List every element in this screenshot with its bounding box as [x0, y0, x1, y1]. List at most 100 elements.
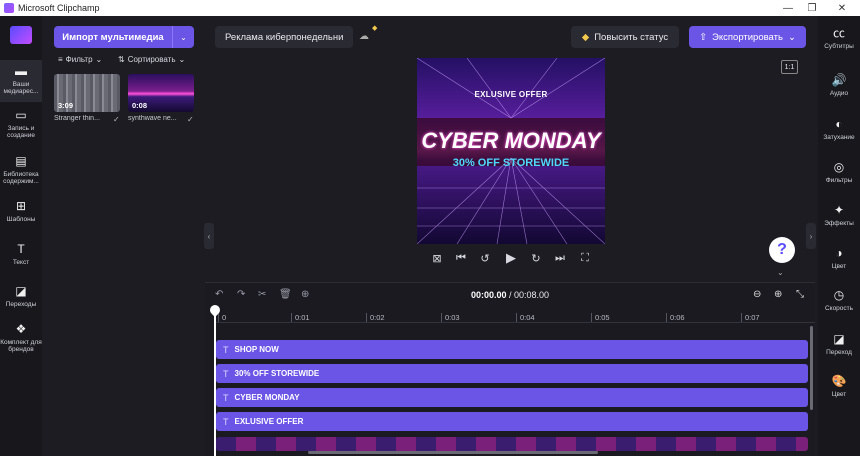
- nav-label: Комплект для брендов: [0, 339, 42, 353]
- panel-filters[interactable]: ◎ Фильтры: [818, 160, 860, 184]
- skip-forward-icon[interactable]: ⏭: [553, 252, 567, 265]
- play-icon[interactable]: ▶: [504, 250, 518, 266]
- tick-label: 0:07: [741, 313, 760, 322]
- nav-brand-kit[interactable]: ❖ Комплект для брендов: [0, 322, 42, 353]
- video-clip-track[interactable]: [216, 437, 808, 451]
- fullscreen-icon[interactable]: ⛶: [578, 252, 592, 265]
- premium-diamond-icon: ◆: [372, 25, 378, 32]
- mute-icon[interactable]: ⊠: [430, 252, 444, 265]
- nav-text[interactable]: T Текст: [0, 242, 42, 266]
- chevron-down-icon: ⌄: [178, 55, 186, 64]
- collapse-right-panel-button[interactable]: ›: [806, 223, 816, 249]
- time-ruler[interactable]: 0 0:01 0:02 0:03 0:04 0:05 0:06 0:07: [215, 309, 815, 323]
- nav-record-create[interactable]: ▭ Запись и создание: [0, 108, 42, 139]
- upgrade-label: Повысить статус: [594, 31, 669, 43]
- chevron-right-icon: ›: [809, 231, 813, 241]
- import-dropdown-button[interactable]: ⌄: [172, 26, 194, 48]
- text-clip-icon: T: [223, 368, 229, 379]
- panel-color-palette[interactable]: 🎨 Цвет: [818, 374, 860, 398]
- chevron-down-icon[interactable]: ⌄: [777, 268, 784, 277]
- clip-label: EXLUSIVE OFFER: [234, 417, 304, 426]
- effects-icon: ✦: [833, 203, 845, 217]
- cloud-sync-icon[interactable]: ☁: [359, 31, 369, 42]
- export-button[interactable]: ⇧ Экспортировать ⌄: [689, 26, 806, 48]
- zoom-out-icon[interactable]: ⊖: [753, 289, 761, 300]
- playhead-line[interactable]: [214, 309, 216, 456]
- maximize-button[interactable]: ❐: [798, 0, 826, 16]
- sort-label: Сортировать: [127, 55, 176, 64]
- panel-transition[interactable]: ◪ Переход: [818, 332, 860, 356]
- tick-label: 0:04: [516, 313, 535, 322]
- panel-speed[interactable]: ◷ Скорость: [818, 288, 860, 312]
- check-icon: ✓: [113, 115, 120, 124]
- nav-templates[interactable]: ⊞ Шаблоны: [0, 199, 42, 223]
- sort-icon: ⇅: [118, 55, 125, 64]
- clip-label: CYBER MONDAY: [234, 393, 300, 402]
- zoom-in-icon[interactable]: ⊕: [774, 289, 782, 300]
- close-button[interactable]: ✕: [828, 0, 856, 16]
- sort-button[interactable]: ⇅ Сортировать ⌄: [118, 55, 185, 64]
- panel-color[interactable]: ◑ Цвет: [818, 246, 860, 270]
- preview-text-storewide: 30% OFF STOREWIDE: [452, 157, 570, 169]
- clip-label: 30% OFF STOREWIDE: [234, 369, 320, 378]
- aspect-ratio-button[interactable]: 1:1: [781, 60, 798, 74]
- media-name: Stranger thin...: [54, 115, 100, 122]
- panel-captions[interactable]: ㏄ Субтитры: [818, 26, 860, 50]
- preview-text-exclusive-offer: EXLUSIVE OFFER: [474, 90, 548, 99]
- tick-label: 0: [218, 313, 226, 322]
- video-preview[interactable]: EXLUSIVE OFFER CYBER MONDAY 30% OFF STOR…: [417, 58, 605, 244]
- right-property-panel: ㏄ Субтитры 🔊 Аудио ◐ Затухание ◎ Фильтры ✦ Эф…: [818, 16, 860, 456]
- title-bar: Microsoft Clipchamp — ❐ ✕: [0, 0, 860, 16]
- text-clip-exclusive-offer[interactable]: T EXLUSIVE OFFER: [216, 412, 808, 431]
- collapse-left-panel-button[interactable]: ‹: [204, 223, 214, 249]
- vertical-scrollbar[interactable]: [810, 326, 813, 410]
- text-clip-icon: T: [223, 392, 229, 403]
- rewind-5s-icon[interactable]: ↺: [478, 252, 492, 265]
- text-icon: T: [17, 242, 25, 256]
- panel-effects[interactable]: ✦ Эффекты: [818, 203, 860, 227]
- duration-label: 3:09: [58, 101, 74, 110]
- tick-label: 0:01: [291, 313, 310, 322]
- project-name-field[interactable]: Реклама киберпонедельни: [215, 26, 354, 48]
- panel-audio[interactable]: 🔊 Аудио: [818, 73, 860, 97]
- templates-icon: ⊞: [15, 199, 27, 213]
- upgrade-button[interactable]: ◆ Повысить статус: [571, 26, 679, 48]
- diamond-icon: ◆: [581, 31, 590, 43]
- text-clip-cyber-monday[interactable]: T CYBER MONDAY: [216, 388, 808, 407]
- media-thumbnail[interactable]: 3:09: [54, 74, 120, 112]
- duration-label: 0:08: [132, 101, 148, 110]
- export-label: Экспортировать: [712, 31, 783, 43]
- clip-label: SHOP NOW: [234, 345, 279, 354]
- panel-label: Эффекты: [824, 220, 854, 227]
- tick-label: 0:02: [366, 313, 385, 322]
- text-clip-icon: T: [223, 416, 229, 427]
- import-media-button[interactable]: Импорт мультимедиа: [54, 26, 172, 48]
- panel-label: Фильтры: [825, 177, 853, 184]
- nav-content-library[interactable]: ▤ Библиотека содержим...: [0, 154, 42, 185]
- nav-transitions[interactable]: ◪ Переходы: [0, 284, 42, 308]
- fit-timeline-icon[interactable]: ⤡: [796, 289, 804, 300]
- tick-label: 0:05: [591, 313, 610, 322]
- panel-label: Цвет: [831, 263, 847, 270]
- text-clip-shop-now[interactable]: T SHOP NOW: [216, 340, 808, 359]
- filter-label: Фильтр: [65, 55, 93, 64]
- camera-icon: ▭: [15, 108, 27, 122]
- check-icon: ✓: [187, 115, 194, 124]
- horizontal-scrollbar[interactable]: [308, 451, 598, 454]
- media-thumbnail[interactable]: 0:08: [128, 74, 194, 112]
- help-button[interactable]: ?: [769, 237, 795, 263]
- forward-5s-icon[interactable]: ↻: [529, 252, 543, 265]
- tick-label: 0:06: [666, 313, 685, 322]
- text-clip-icon: T: [223, 344, 229, 355]
- panel-fade[interactable]: ◐ Затухание: [818, 117, 860, 141]
- left-navigation: ▬ Ваши медиарес... ▭ Запись и создание ▤…: [0, 16, 42, 456]
- folder-icon: ▬: [15, 64, 27, 78]
- filter-button[interactable]: ≡ Фильтр ⌄: [58, 55, 102, 64]
- audio-icon: 🔊: [831, 73, 847, 87]
- text-clip-storewide[interactable]: T 30% OFF STOREWIDE: [216, 364, 808, 383]
- skip-back-icon[interactable]: ⏮: [454, 252, 468, 265]
- filters-icon: ◎: [833, 160, 845, 174]
- timecode: 00:00.00 / 00:08.00: [205, 290, 815, 300]
- nav-label: Библиотека содержим...: [3, 171, 39, 185]
- nav-your-media[interactable]: ▬ Ваши медиарес...: [0, 60, 42, 102]
